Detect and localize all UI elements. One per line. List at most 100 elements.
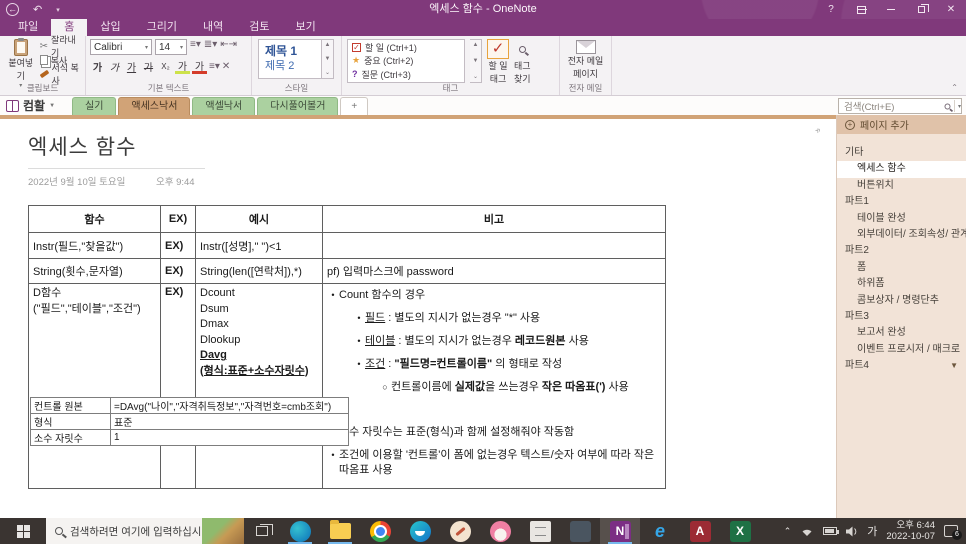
- tags-scroll-arrows[interactable]: ▲ ▼ ⌄: [470, 39, 482, 83]
- chevron-down-icon[interactable]: ▼: [950, 358, 958, 374]
- cell-function[interactable]: String(횟수,문자열): [28, 258, 161, 284]
- speaker-icon[interactable]: [846, 526, 858, 537]
- highlight-button[interactable]: 가: [175, 59, 190, 74]
- taskbar-search-input[interactable]: 검색하려면 여기에 입력하십시: [46, 518, 244, 544]
- page-item-selected[interactable]: 엑세스 함수: [837, 161, 966, 178]
- cell-function[interactable]: D함수 ("필드","테이블","조건"): [28, 283, 161, 489]
- add-section-button[interactable]: +: [340, 97, 369, 115]
- section-practice[interactable]: 실기: [72, 97, 117, 115]
- tag-todo[interactable]: ✓ 할 일 (Ctrl+1): [352, 41, 460, 54]
- format-painter-button[interactable]: 서식 복사: [39, 63, 83, 86]
- cell-ex[interactable]: EX): [160, 232, 196, 259]
- cut-button[interactable]: ✂ 잘라내기: [40, 35, 83, 58]
- tab-view[interactable]: 보기: [283, 19, 329, 36]
- notebook-dropdown[interactable]: 컴활 ▼: [6, 97, 55, 114]
- expand-page-icon[interactable]: »: [812, 125, 823, 136]
- section-excel-notes[interactable]: 액셀낙서: [192, 97, 256, 115]
- taskbar-excel[interactable]: X: [720, 518, 760, 544]
- restore-button[interactable]: [906, 0, 936, 19]
- property-name[interactable]: 컨트롤 원본: [30, 397, 111, 414]
- taskbar-notepad[interactable]: [520, 518, 560, 544]
- tab-insert[interactable]: 삽입: [87, 19, 133, 36]
- style-heading2[interactable]: 제목 2: [265, 59, 315, 74]
- taskbar-access[interactable]: A: [680, 518, 720, 544]
- cell-example[interactable]: Instr([성명]," ")<1: [195, 232, 323, 259]
- bullet-list-icon[interactable]: ≡▾: [190, 39, 201, 55]
- taskbar-internet-explorer[interactable]: e: [640, 518, 680, 544]
- weather-widget-icon[interactable]: [202, 518, 244, 544]
- cell-note[interactable]: pf) 입력마스크에 password: [322, 258, 666, 284]
- page-item[interactable]: 버튼위치: [837, 178, 966, 194]
- taskbar-paint[interactable]: [440, 518, 480, 544]
- page-item[interactable]: 콤보상자 / 명령단추: [837, 293, 966, 309]
- italic-button[interactable]: 가: [107, 59, 122, 74]
- section-access-notes[interactable]: 액세스낙서: [118, 97, 191, 115]
- tab-history[interactable]: 내역: [190, 19, 236, 36]
- property-name[interactable]: 소수 자릿수: [30, 429, 111, 446]
- cell-ex[interactable]: EX): [160, 283, 196, 489]
- font-color-button[interactable]: 가: [192, 59, 207, 74]
- page-item-group[interactable]: 파트2: [837, 243, 966, 259]
- indent-icons[interactable]: ⇤⇥: [220, 39, 237, 55]
- property-value[interactable]: 표준: [110, 413, 349, 430]
- cell-note[interactable]: [322, 232, 666, 259]
- help-button[interactable]: ?: [816, 0, 846, 19]
- strikethrough-button[interactable]: 가: [141, 59, 156, 74]
- cell-note[interactable]: • Count 함수의 경우 • 필드 : 별도의 지시가 없는경우 "*" 사용 …: [322, 283, 666, 489]
- ime-korean-indicator[interactable]: 가: [867, 523, 877, 539]
- add-page-button[interactable]: + 페이지 추가: [837, 115, 966, 134]
- taskbar-file-explorer[interactable]: [320, 518, 360, 544]
- page-item[interactable]: 테이블 완성: [837, 211, 966, 227]
- underline-button[interactable]: 가: [124, 59, 139, 74]
- search-input[interactable]: 검색(Ctrl+E) ▾: [838, 98, 962, 114]
- close-button[interactable]: ✕: [936, 0, 966, 19]
- cell-example[interactable]: String(len([연락처]),*): [195, 258, 323, 284]
- find-tags-button[interactable]: 태그 찾기: [514, 39, 531, 85]
- collapse-ribbon-icon[interactable]: ⌃: [951, 83, 958, 92]
- ribbon-display-options-button[interactable]: [846, 0, 876, 19]
- page-item[interactable]: 폼: [837, 260, 966, 276]
- battery-icon[interactable]: [823, 527, 840, 535]
- control-properties-table[interactable]: 컨트롤 원본 =DAvg("나이","자격취득정보","자격번호=cmb조회")…: [30, 397, 349, 446]
- subscript-button[interactable]: X₂: [158, 59, 173, 74]
- taskbar-edge[interactable]: [280, 518, 320, 544]
- style-heading1[interactable]: 제목 1: [265, 44, 315, 59]
- paragraph-align-icon[interactable]: ≡▾: [209, 61, 220, 72]
- clear-formatting-icon[interactable]: ✕: [222, 61, 230, 72]
- page-item[interactable]: 이벤트 프로시저 / 매크로: [837, 342, 966, 358]
- taskbar-calculator[interactable]: [560, 518, 600, 544]
- page-title[interactable]: 엑세스 함수: [28, 131, 136, 161]
- start-button[interactable]: [0, 518, 46, 544]
- wifi-icon[interactable]: [800, 526, 814, 537]
- minimize-button[interactable]: [876, 0, 906, 19]
- notification-center-icon[interactable]: 6: [944, 525, 962, 540]
- clock[interactable]: 오후 6:44 2022-10-07: [886, 520, 935, 542]
- tag-question[interactable]: ? 질문 (Ctrl+3): [352, 68, 460, 81]
- email-page-button[interactable]: 전자 메일 페이지: [568, 40, 603, 80]
- cell-example[interactable]: Dcount Dsum Dmax Dlookup Davg (형식:표준+소수자…: [195, 283, 323, 489]
- page-item[interactable]: 외부데이터/ 조회속성/ 관계: [837, 227, 966, 243]
- page-item-group[interactable]: 파트1: [837, 194, 966, 210]
- font-name-combo[interactable]: Calibri ▾: [90, 39, 152, 55]
- page-canvas[interactable]: » 엑세스 함수 2022년 9월 10일 토요일 오후 9:44 함수 EX)…: [0, 119, 836, 518]
- font-size-combo[interactable]: 14 ▾: [155, 39, 187, 55]
- page-item-group[interactable]: 파트3: [837, 309, 966, 325]
- property-value[interactable]: 1: [110, 429, 349, 446]
- todo-tag-button[interactable]: ✓ 할 일 태그: [487, 39, 509, 85]
- taskbar-chrome[interactable]: [360, 518, 400, 544]
- cell-function[interactable]: Instr(필드,"찾을값"): [28, 232, 161, 259]
- hidden-icons-chevron-icon[interactable]: ⌃: [784, 526, 792, 537]
- tag-important[interactable]: ★ 중요 (Ctrl+2): [352, 54, 460, 67]
- tab-draw[interactable]: 그리기: [134, 19, 190, 36]
- taskbar-whale[interactable]: [400, 518, 440, 544]
- styles-scroll-arrows[interactable]: ▲ ▼ ⌄: [322, 39, 334, 79]
- page-item-group[interactable]: 기타: [837, 145, 966, 161]
- page-item[interactable]: 보고서 완성: [837, 325, 966, 341]
- property-name[interactable]: 형식: [30, 413, 111, 430]
- page-item[interactable]: 하위폼: [837, 276, 966, 292]
- tab-file[interactable]: 파일: [5, 19, 51, 36]
- bold-button[interactable]: 가: [90, 59, 105, 74]
- tab-review[interactable]: 검토: [236, 19, 282, 36]
- section-redo[interactable]: 다시풀어볼거: [257, 97, 339, 115]
- page-item-group[interactable]: 파트4 ▼: [837, 358, 966, 374]
